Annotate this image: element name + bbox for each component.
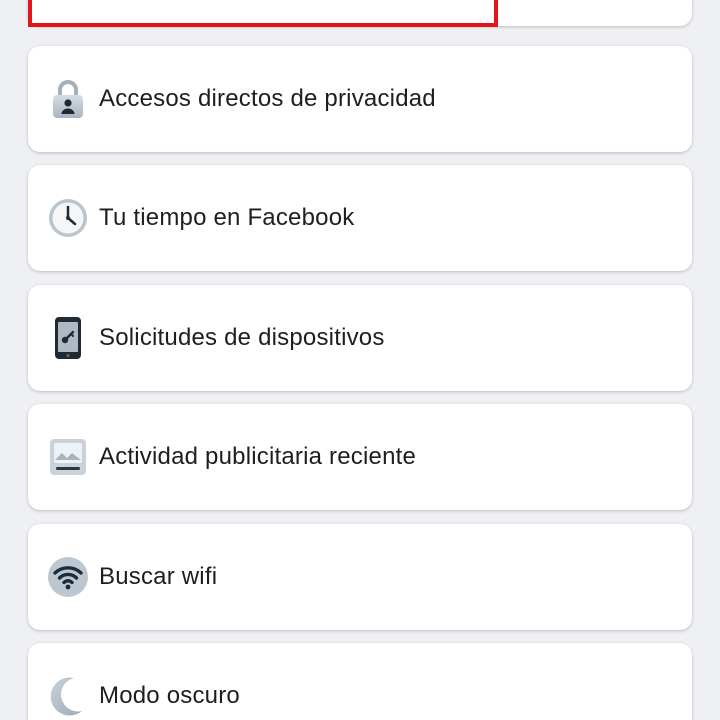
menu-item-find-wifi[interactable]: Buscar wifi <box>28 524 692 630</box>
menu-item-device-requests[interactable]: Solicitudes de dispositivos <box>28 285 692 391</box>
menu-item-privacy-shortcuts[interactable]: Accesos directos de privacidad <box>28 46 692 152</box>
menu-item-label: Tu tiempo en Facebook <box>99 204 355 231</box>
menu-item-recent-ad-activity[interactable]: Actividad publicitaria reciente <box>28 404 692 510</box>
lock-icon <box>46 77 90 121</box>
menu-item-label: Actividad publicitaria reciente <box>99 443 417 470</box>
moon-icon <box>46 674 90 718</box>
phone-key-icon <box>46 316 90 360</box>
ad-activity-icon <box>46 435 90 479</box>
menu-item-label: Modo oscuro <box>99 682 240 709</box>
menu-card-previous[interactable] <box>28 0 692 26</box>
menu-item-label: Buscar wifi <box>99 563 218 590</box>
clock-icon <box>46 196 90 240</box>
menu-item-label: Solicitudes de dispositivos <box>99 324 385 351</box>
wifi-icon <box>46 555 90 599</box>
settings-menu-screen: Accesos directos de privacidad Tu tiempo… <box>0 0 720 720</box>
menu-item-label: Accesos directos de privacidad <box>99 85 436 112</box>
menu-item-dark-mode[interactable]: Modo oscuro <box>28 643 692 720</box>
menu-item-your-time[interactable]: Tu tiempo en Facebook <box>28 165 692 271</box>
